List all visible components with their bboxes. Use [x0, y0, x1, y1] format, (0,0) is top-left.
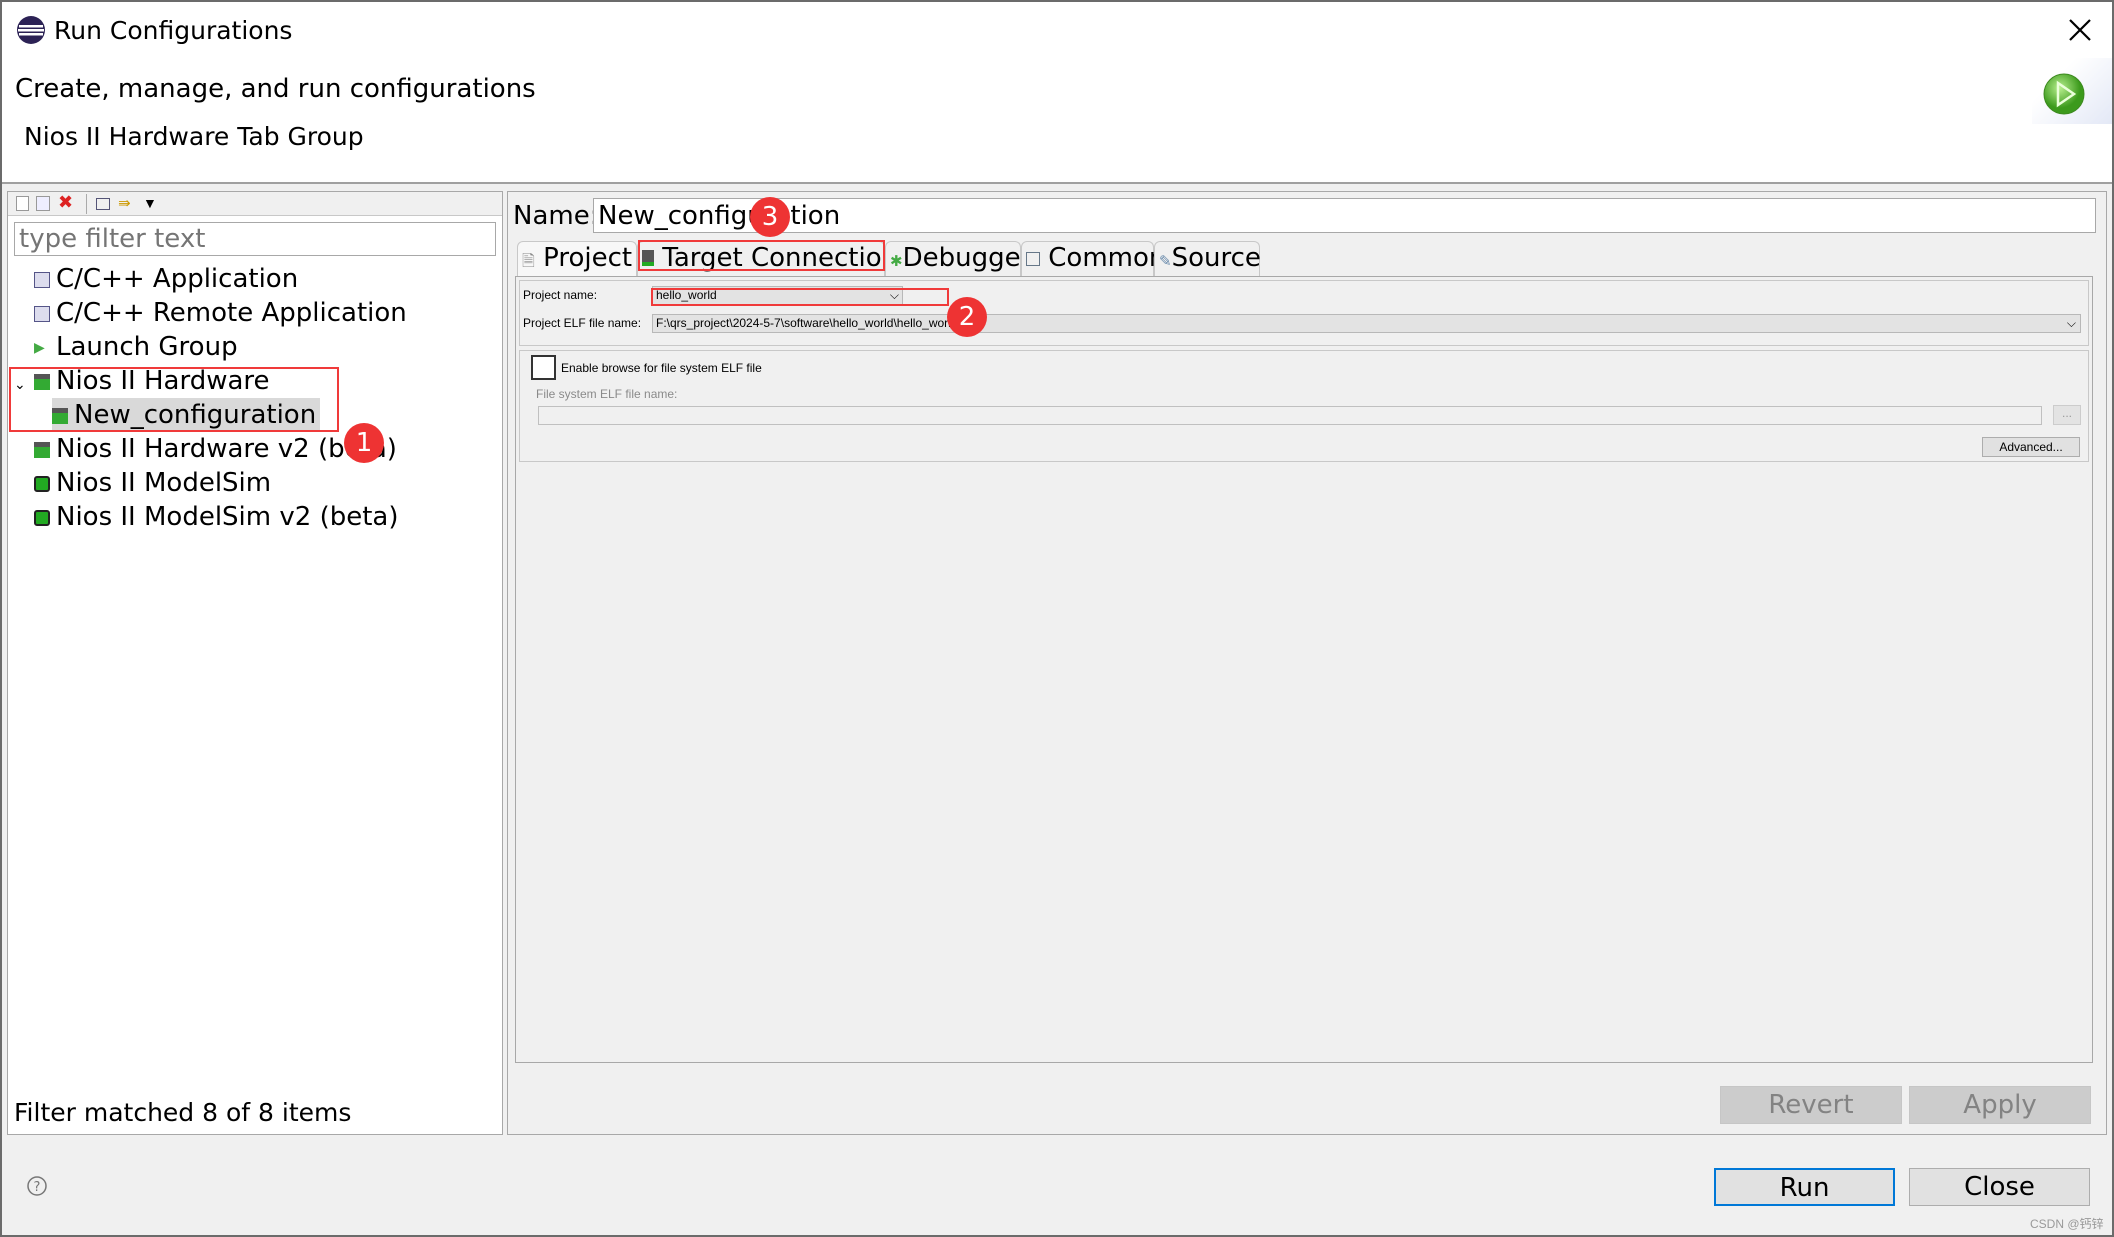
- tree-item-nios-hardware-v2[interactable]: Nios II Hardware v2 (beta): [34, 432, 397, 466]
- svg-text:?: ?: [34, 1180, 41, 1195]
- filter-icon[interactable]: ⇛: [118, 194, 131, 212]
- tab-project[interactable]: 🗎 Project: [517, 241, 637, 276]
- fs-elf-label: File system ELF file name:: [536, 387, 678, 401]
- tab-common[interactable]: Common: [1021, 241, 1165, 276]
- tree-item-label: Nios II ModelSim: [56, 468, 272, 498]
- tab-label: Source: [1171, 243, 1261, 273]
- tree-item-launch-group[interactable]: ▶ Launch Group: [34, 330, 238, 364]
- enable-browse-checkbox[interactable]: [531, 355, 556, 380]
- browse-button[interactable]: ...: [2053, 405, 2081, 425]
- filter-status: Filter matched 8 of 8 items: [14, 1098, 352, 1127]
- tab-content: Project name: hello_world ⌵ Project ELF f…: [515, 276, 2093, 1063]
- apply-button[interactable]: Apply: [1909, 1086, 2091, 1124]
- tab-debugger[interactable]: ✱Debugger: [885, 241, 1031, 276]
- annotation-box-1: [9, 367, 339, 432]
- tab-label: Project: [543, 243, 633, 273]
- annotation-marker-1: 1: [344, 423, 384, 463]
- enable-browse-label: Enable browse for file system ELF file: [561, 361, 762, 375]
- modelsim-icon: [34, 475, 50, 492]
- header-subtitle: Nios II Hardware Tab Group: [24, 122, 364, 151]
- c-app-icon: [34, 305, 50, 322]
- title-bar: Run Configurations: [2, 2, 2112, 58]
- duplicate-icon[interactable]: [36, 196, 50, 211]
- header-title: Create, manage, and run configurations: [15, 74, 536, 104]
- annotation-marker-3: 3: [750, 197, 790, 237]
- fs-elf-input[interactable]: [538, 406, 2042, 425]
- tree-item-label: C/C++ Remote Application: [56, 298, 407, 328]
- eclipse-logo-icon: [17, 16, 45, 44]
- tree-item-label: Nios II ModelSim v2 (beta): [56, 502, 399, 532]
- bug-icon: ✱: [890, 252, 903, 270]
- watermark: CSDN @钙锌: [2030, 1217, 2104, 1231]
- toolbar-divider: [86, 194, 87, 214]
- chevron-down-icon[interactable]: ⌵: [2067, 315, 2076, 332]
- tree-item-c-app[interactable]: C/C++ Application: [34, 262, 298, 296]
- source-icon: ✎: [1159, 252, 1172, 270]
- launch-group-icon: ▶: [34, 339, 45, 356]
- annotation-box-2: [651, 288, 949, 306]
- name-input[interactable]: [593, 198, 2096, 233]
- run-icon: [2043, 73, 2085, 115]
- delete-icon[interactable]: ✖: [58, 192, 73, 213]
- close-icon[interactable]: [2068, 18, 2092, 42]
- tree-item-c-remote-app[interactable]: C/C++ Remote Application: [34, 296, 407, 330]
- close-button[interactable]: Close: [1909, 1168, 2090, 1206]
- tab-label: Common: [1048, 243, 1166, 273]
- tree-item-nios-modelsim[interactable]: Nios II ModelSim: [34, 466, 271, 500]
- config-tree-panel: ✖ ⇛ ▼ C/C++ Application C/C++ Remote App…: [7, 191, 503, 1135]
- c-app-icon: [34, 271, 50, 288]
- project-name-label: Project name:: [523, 288, 598, 302]
- combo-value: F:\qrs_project\2024-5-7\software\hello_w…: [656, 316, 974, 330]
- tree-toolbar: ✖ ⇛ ▼: [8, 192, 502, 216]
- annotation-marker-2: 2: [947, 297, 987, 337]
- common-icon: [1026, 252, 1040, 266]
- tree-item-nios-modelsim-v2[interactable]: Nios II ModelSim v2 (beta): [34, 500, 398, 534]
- dialog-header: Create, manage, and run configurations N…: [2, 58, 2112, 184]
- elf-combo[interactable]: F:\qrs_project\2024-5-7\software\hello_w…: [652, 314, 2081, 333]
- tab-label: Debugger: [902, 243, 1032, 273]
- tab-source[interactable]: ✎Source: [1154, 241, 1261, 276]
- revert-button[interactable]: Revert: [1720, 1086, 1902, 1124]
- modelsim-icon: [34, 509, 50, 526]
- advanced-button[interactable]: Advanced...: [1982, 437, 2080, 457]
- elf-label: Project ELF file name:: [523, 316, 642, 330]
- collapse-all-icon[interactable]: [96, 198, 110, 210]
- run-button[interactable]: Run: [1714, 1168, 1895, 1206]
- tree-item-label: C/C++ Application: [56, 264, 299, 294]
- window-title: Run Configurations: [54, 16, 293, 45]
- tree-item-label: Launch Group: [56, 332, 238, 362]
- nios-hardware-icon: [34, 441, 50, 458]
- help-icon[interactable]: ?: [26, 1175, 48, 1197]
- config-editor-panel: Name: 🗎 Project Target Connection ✱Debug…: [507, 191, 2107, 1135]
- new-config-icon[interactable]: [16, 196, 29, 211]
- name-label: Name:: [513, 201, 599, 231]
- project-icon: 🗎: [522, 251, 535, 270]
- view-menu-icon[interactable]: ▼: [143, 195, 157, 211]
- annotation-box-3: [638, 240, 885, 271]
- filter-input[interactable]: [14, 222, 496, 256]
